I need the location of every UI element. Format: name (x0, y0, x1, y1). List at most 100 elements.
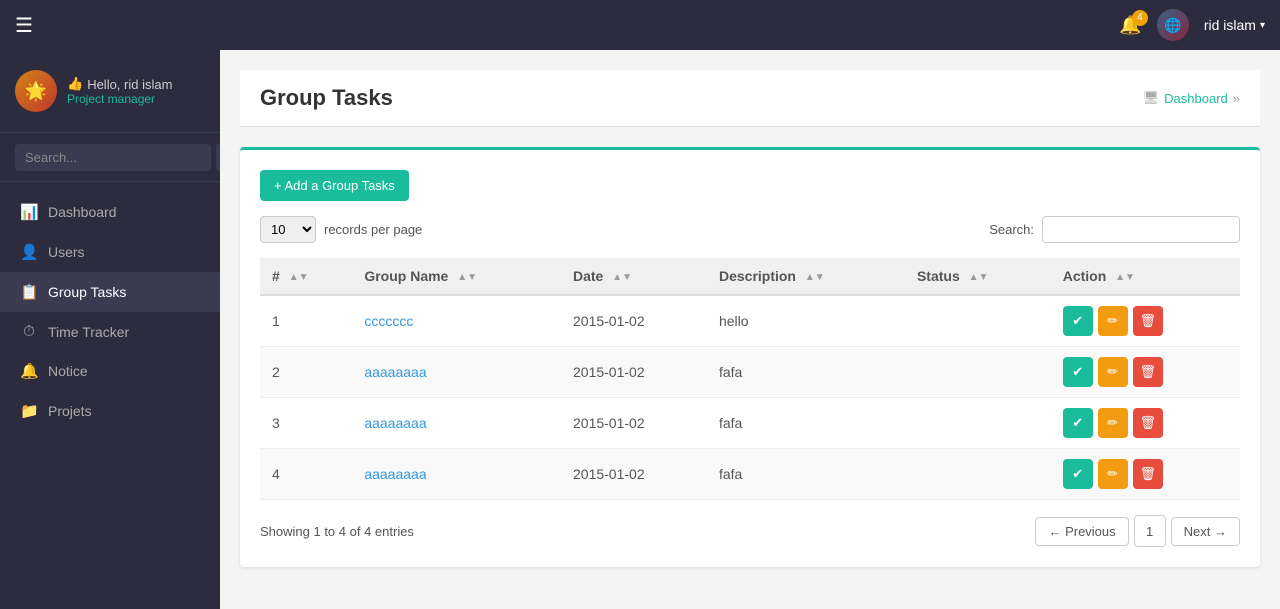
group-tasks-icon: 📋 (20, 283, 38, 301)
cell-description: fafa (707, 398, 905, 449)
sidebar-item-notice[interactable]: 🔔 Notice (0, 351, 220, 391)
top-navbar: ☰ 🔔 4 🌐 rid islam ▾ (0, 0, 1280, 50)
edit-button[interactable]: ✏ (1098, 306, 1128, 336)
user-menu-button[interactable]: rid islam ▾ (1204, 17, 1265, 33)
cell-action: ✔ ✏ 🗑 (1051, 295, 1240, 347)
cell-num: 4 (260, 449, 352, 500)
action-buttons: ✔ ✏ 🗑 (1063, 306, 1228, 336)
notice-icon: 🔔 (20, 362, 38, 380)
sort-icon[interactable]: ▲▼ (805, 272, 825, 283)
sidebar-item-time-tracker[interactable]: ⏱ Time Tracker (0, 312, 220, 351)
cell-action: ✔ ✏ 🗑 (1051, 398, 1240, 449)
group-name-link[interactable]: aaaaaaaa (364, 364, 426, 380)
col-action: Action ▲▼ (1051, 258, 1240, 295)
page-title: Group Tasks (260, 85, 393, 111)
col-group-name: Group Name ▲▼ (352, 258, 561, 295)
hamburger-button[interactable]: ☰ (15, 13, 33, 38)
edit-button[interactable]: ✏ (1098, 459, 1128, 489)
thumbs-up-icon: 👍 (67, 76, 83, 92)
cell-num: 3 (260, 398, 352, 449)
pagination-area: Showing 1 to 4 of 4 entries ← Previous 1… (260, 515, 1240, 547)
table-row: 1 ccccccc 2015-01-02 hello ✔ ✏ 🗑 (260, 295, 1240, 347)
page-number-1[interactable]: 1 (1134, 515, 1166, 547)
sort-icon[interactable]: ▲▼ (457, 272, 477, 283)
cell-date: 2015-01-02 (561, 398, 707, 449)
edit-button[interactable]: ✏ (1098, 357, 1128, 387)
sidebar-item-projets[interactable]: 📁 Projets (0, 391, 220, 431)
sidebar-item-dashboard[interactable]: 📊 Dashboard (0, 192, 220, 232)
showing-entries-text: Showing 1 to 4 of 4 entries (260, 524, 414, 539)
sidebar-search-button[interactable]: 🔍 (216, 143, 220, 171)
time-tracker-icon: ⏱ (20, 323, 38, 340)
table-head: # ▲▼ Group Name ▲▼ Date ▲▼ Description ▲… (260, 258, 1240, 295)
check-button[interactable]: ✔ (1063, 306, 1093, 336)
sidebar-user-avatar: 🌟 (15, 70, 57, 112)
cell-description: fafa (707, 449, 905, 500)
records-per-page-control: 10 25 50 100 records per page (260, 216, 422, 243)
search-label: Search: (989, 222, 1034, 237)
cell-group-name: aaaaaaaa (352, 347, 561, 398)
main-card: + Add a Group Tasks 10 25 50 100 records… (240, 147, 1260, 567)
cell-group-name: aaaaaaaa (352, 398, 561, 449)
main-layout: 🌟 👍 Hello, rid islam Project manager 🔍 📊… (0, 50, 1280, 609)
caret-down-icon: ▾ (1260, 20, 1265, 31)
notification-bell[interactable]: 🔔 4 (1119, 15, 1141, 36)
projets-icon: 📁 (20, 402, 38, 420)
sidebar-item-group-tasks[interactable]: 📋 Group Tasks (0, 272, 220, 312)
sidebar-item-label: Projets (48, 403, 92, 419)
table-search-input[interactable] (1042, 216, 1240, 243)
group-tasks-table: # ▲▼ Group Name ▲▼ Date ▲▼ Description ▲… (260, 258, 1240, 500)
col-status: Status ▲▼ (905, 258, 1051, 295)
cell-date: 2015-01-02 (561, 449, 707, 500)
content-area: Group Tasks 🖥 Dashboard » + Add a Group … (220, 50, 1280, 609)
next-button[interactable]: Next → (1171, 517, 1240, 546)
sidebar-search-area: 🔍 (0, 133, 220, 182)
page-header: Group Tasks 🖥 Dashboard » (240, 70, 1260, 127)
action-buttons: ✔ ✏ 🗑 (1063, 459, 1228, 489)
check-button[interactable]: ✔ (1063, 408, 1093, 438)
sidebar-item-label: Dashboard (48, 204, 117, 220)
cell-status (905, 398, 1051, 449)
cell-action: ✔ ✏ 🗑 (1051, 347, 1240, 398)
edit-button[interactable]: ✏ (1098, 408, 1128, 438)
breadcrumb-link[interactable]: Dashboard (1164, 91, 1228, 106)
cell-status (905, 449, 1051, 500)
users-icon: 👤 (20, 243, 38, 261)
table-row: 4 aaaaaaaa 2015-01-02 fafa ✔ ✏ 🗑 (260, 449, 1240, 500)
dashboard-icon: 📊 (20, 203, 38, 221)
top-nav-right: 🔔 4 🌐 rid islam ▾ (1119, 9, 1265, 41)
sidebar-item-users[interactable]: 👤 Users (0, 232, 220, 272)
records-per-page-label: records per page (324, 222, 422, 237)
sidebar-user-profile: 🌟 👍 Hello, rid islam Project manager (0, 50, 220, 133)
sidebar-search-input[interactable] (15, 144, 211, 171)
check-button[interactable]: ✔ (1063, 459, 1093, 489)
group-name-link[interactable]: aaaaaaaa (364, 415, 426, 431)
sidebar-nav: 📊 Dashboard 👤 Users 📋 Group Tasks ⏱ Time… (0, 182, 220, 609)
check-button[interactable]: ✔ (1063, 357, 1093, 387)
cell-description: fafa (707, 347, 905, 398)
cell-num: 1 (260, 295, 352, 347)
cell-date: 2015-01-02 (561, 295, 707, 347)
add-group-tasks-button[interactable]: + Add a Group Tasks (260, 170, 409, 201)
delete-button[interactable]: 🗑 (1133, 408, 1163, 438)
cell-action: ✔ ✏ 🗑 (1051, 449, 1240, 500)
breadcrumb-separator: » (1233, 91, 1240, 106)
sidebar-user-role: Project manager (67, 92, 172, 106)
group-name-link[interactable]: ccccccc (364, 313, 413, 329)
group-name-link[interactable]: aaaaaaaa (364, 466, 426, 482)
sort-icon[interactable]: ▲▼ (289, 272, 309, 283)
table-row: 3 aaaaaaaa 2015-01-02 fafa ✔ ✏ 🗑 (260, 398, 1240, 449)
sort-icon[interactable]: ▲▼ (612, 272, 632, 283)
records-per-page-select[interactable]: 10 25 50 100 (260, 216, 316, 243)
sort-icon[interactable]: ▲▼ (1115, 272, 1135, 283)
sort-icon[interactable]: ▲▼ (969, 272, 989, 283)
action-buttons: ✔ ✏ 🗑 (1063, 357, 1228, 387)
table-header-row: # ▲▼ Group Name ▲▼ Date ▲▼ Description ▲… (260, 258, 1240, 295)
delete-button[interactable]: 🗑 (1133, 459, 1163, 489)
cell-num: 2 (260, 347, 352, 398)
delete-button[interactable]: 🗑 (1133, 306, 1163, 336)
previous-button[interactable]: ← Previous (1035, 517, 1128, 546)
delete-button[interactable]: 🗑 (1133, 357, 1163, 387)
breadcrumb: 🖥 Dashboard » (1143, 90, 1240, 106)
cell-status (905, 347, 1051, 398)
